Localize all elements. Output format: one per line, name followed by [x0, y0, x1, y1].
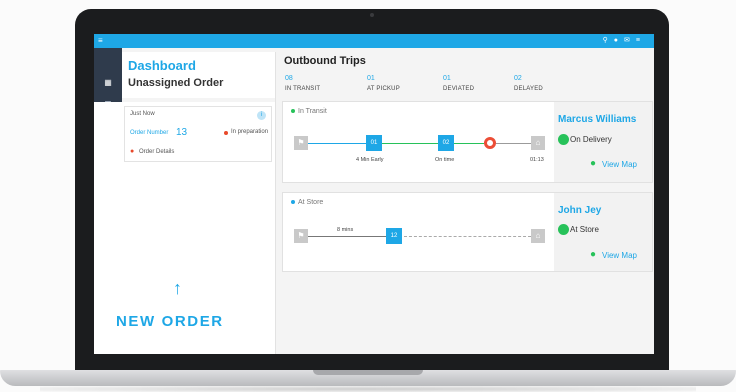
start-flag-icon: ⚑ — [294, 229, 308, 243]
destination-home-icon: ⌂ — [531, 229, 545, 243]
status-dot — [291, 109, 295, 114]
section-title: Unassigned Order — [128, 77, 224, 89]
deviation-marker[interactable] — [484, 137, 496, 149]
stat-count: 01 — [367, 75, 375, 82]
start-flag-icon: ⚑ — [294, 136, 308, 150]
route-stop[interactable]: 12 — [386, 228, 402, 244]
stop-time-label: 4 Min Early — [356, 157, 384, 163]
driver-name[interactable]: Marcus Williams — [558, 114, 636, 125]
driver-name[interactable]: John Jey — [558, 205, 601, 216]
stat-count: 01 — [443, 75, 451, 82]
order-details-link[interactable]: Order Details — [139, 149, 174, 155]
dashboard-header: Dashboard Unassigned Order — [122, 52, 276, 98]
page-title: Dashboard — [128, 58, 196, 73]
settings-icon[interactable]: ≡ — [636, 37, 646, 44]
stat-count: 02 — [514, 75, 522, 82]
route-stop[interactable]: 01 — [366, 135, 382, 151]
order-number-label: Order Number — [130, 130, 169, 136]
status-dot — [224, 131, 228, 135]
mail-icon[interactable]: ✉ — [624, 37, 636, 44]
order-time: Just Now — [130, 111, 155, 117]
view-map-link[interactable]: View Map — [602, 251, 637, 260]
stat-in-transit[interactable]: 08 IN TRANSIT — [285, 75, 355, 92]
destination-home-icon: ⌂ — [531, 136, 545, 150]
driver-status-dot — [558, 224, 569, 235]
app-screen: ≡ ⚲●✉≡ ▦ ☰ ⚇ ▬ ⌂ ▤ ⌇ Dashboard Unassigne… — [94, 34, 654, 354]
stat-count: 08 — [285, 75, 293, 82]
info-icon[interactable]: i — [257, 111, 266, 120]
product-mockup: ≡ ⚲●✉≡ ▦ ☰ ⚇ ▬ ⌂ ▤ ⌇ Dashboard Unassigne… — [0, 0, 736, 392]
laptop-camera — [370, 13, 374, 17]
driver-status: At Store — [570, 225, 599, 234]
driver-panel: John Jey At Store ● View Map — [554, 193, 652, 271]
driver-status-dot — [558, 134, 569, 145]
stat-label: IN TRANSIT — [285, 86, 321, 92]
order-card[interactable]: Just Now i Order Number 13 In preparatio… — [124, 106, 272, 162]
laptop-shadow — [40, 386, 696, 392]
view-map-link[interactable]: View Map — [602, 160, 637, 169]
stat-delayed[interactable]: 02 DELAYED — [514, 75, 584, 92]
unassigned-orders-panel: Just Now i Order Number 13 In preparatio… — [94, 102, 276, 354]
laptop-base-notch — [313, 370, 423, 375]
map-pin-icon[interactable]: ● — [590, 158, 596, 169]
driver-panel: Marcus Williams On Delivery ● View Map — [554, 102, 652, 182]
route-segment — [308, 236, 386, 237]
arrow-up-icon: ↑ — [173, 278, 182, 298]
status-dot — [291, 200, 295, 205]
location-pin-icon: ● — [130, 148, 135, 155]
driver-status: On Delivery — [570, 135, 612, 144]
search-icon[interactable]: ⚲ — [603, 37, 614, 44]
route-segment — [382, 143, 438, 144]
stat-deviated[interactable]: 01 DEVIATED — [443, 75, 513, 92]
top-bar: ≡ ⚲●✉≡ — [94, 34, 654, 48]
route-stop[interactable]: 02 — [438, 135, 454, 151]
order-number: 13 — [176, 127, 188, 138]
trip-status: In Transit — [291, 108, 327, 115]
stat-label: DEVIATED — [443, 86, 475, 92]
stop-time-label: 01:13 — [530, 157, 544, 163]
outbound-title: Outbound Trips — [284, 55, 366, 67]
stat-label: DELAYED — [514, 86, 543, 92]
route-segment — [496, 143, 531, 144]
stat-at-pickup[interactable]: 01 AT PICKUP — [367, 75, 437, 92]
route-segment-pending — [404, 236, 531, 237]
new-order-button[interactable]: NEW ORDER — [116, 313, 224, 330]
user-icon[interactable]: ● — [614, 37, 624, 44]
toolbar-icons: ⚲●✉≡ — [603, 36, 646, 46]
stop-time-label: On time — [435, 157, 455, 163]
trip-card[interactable]: In Transit ⚑ 01 02 ⌂ 4 Min Early On time… — [282, 101, 653, 183]
trip-card[interactable]: At Store ⚑ 8 mins 12 ⌂ John Jey At Store… — [282, 192, 653, 272]
dashboard-icon[interactable]: ▦ — [94, 72, 122, 94]
route-segment — [454, 143, 484, 144]
panel-divider — [275, 52, 276, 354]
trip-status-label: At Store — [298, 199, 324, 206]
trip-status: At Store — [291, 199, 323, 206]
trip-status-label: In Transit — [298, 108, 327, 115]
route-segment — [308, 143, 366, 144]
order-status: In preparation — [231, 129, 269, 135]
map-pin-icon[interactable]: ● — [590, 249, 596, 260]
hamburger-menu-icon[interactable]: ≡ — [98, 36, 103, 46]
stat-label: AT PICKUP — [367, 86, 400, 92]
segment-duration-label: 8 mins — [337, 227, 354, 233]
